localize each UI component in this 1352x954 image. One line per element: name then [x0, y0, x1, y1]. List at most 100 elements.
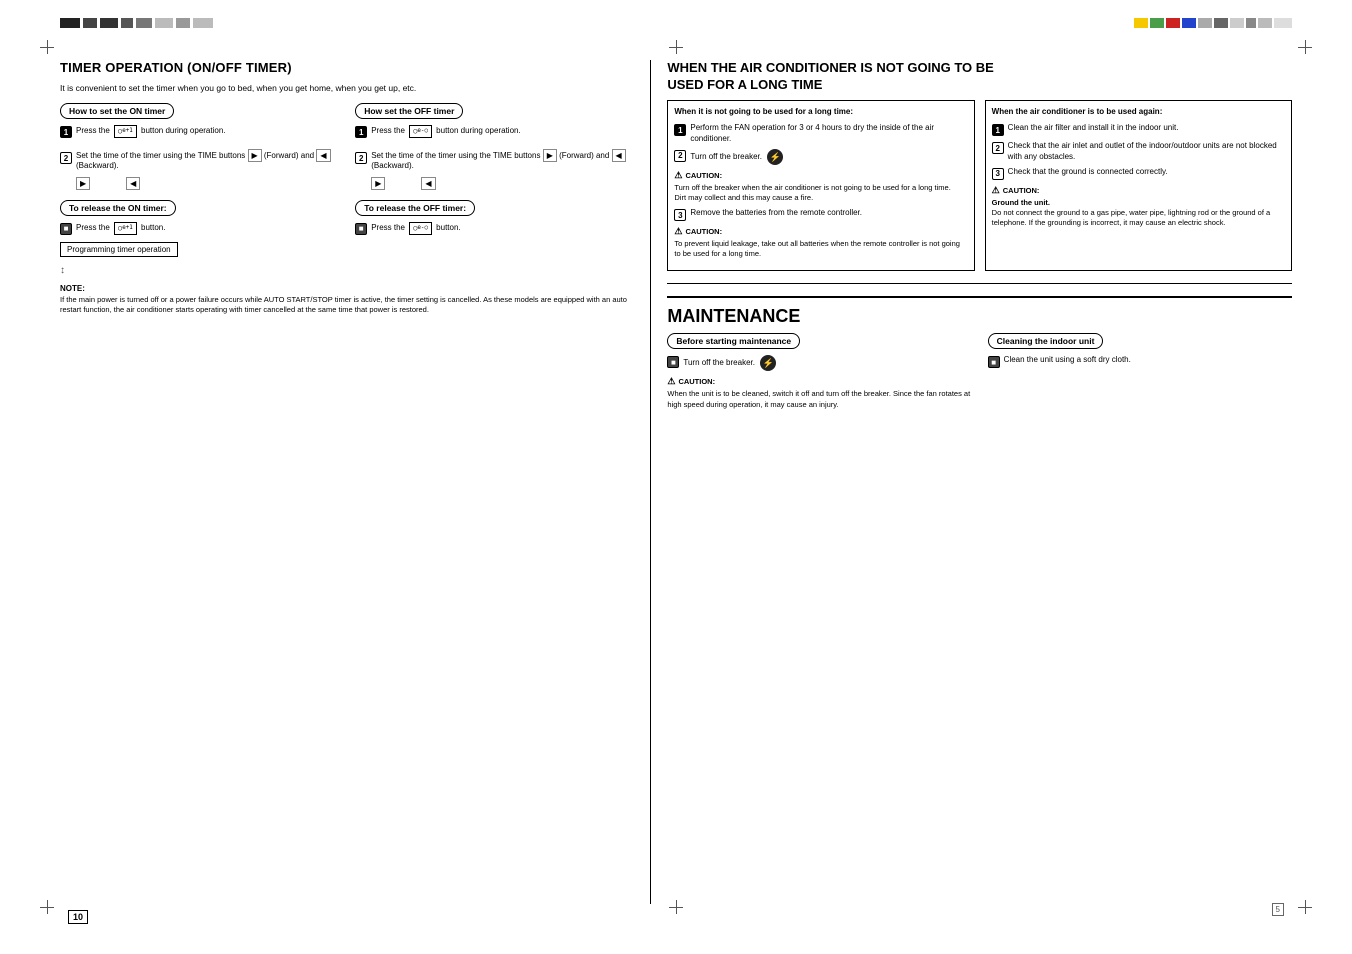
off-timer-column: How set the OFF timer 1 Press the ○e-○ b… — [355, 103, 634, 276]
on-timer-column: How to set the ON timer 1 Press the ○e+1… — [60, 103, 339, 276]
off-step2: 2 Set the time of the timer using the TI… — [355, 151, 634, 172]
off-bwd-arrow: ◀ — [612, 149, 626, 162]
off-release-num: ■ — [355, 223, 367, 235]
before-maint-caution: ⚠ CAUTION: When the unit is to be cleane… — [667, 376, 971, 409]
crosshair-br — [1298, 900, 1312, 914]
not-used-caution2-label: ⚠ CAUTION: — [674, 226, 967, 237]
off-release-step: ■ Press the ○e-○ button. — [355, 222, 634, 235]
prog-icon: ↕ — [60, 265, 339, 276]
not-used-step1: 1 Perform the FAN operation for 3 or 4 h… — [674, 123, 967, 144]
off-step2-num: 2 — [355, 152, 367, 164]
timer-columns: How to set the ON timer 1 Press the ○e+1… — [60, 103, 634, 276]
note-label: NOTE: — [60, 284, 634, 293]
end-marker: 5 — [1272, 903, 1284, 916]
used-again-caution: ⚠ CAUTION: Ground the unit. Do not conne… — [992, 185, 1285, 228]
used-again-step2-num: 2 — [992, 142, 1004, 154]
before-maint-caution-text: When the unit is to be cleaned, switch i… — [667, 389, 971, 409]
used-again-caution-label: ⚠ CAUTION: — [992, 185, 1285, 196]
not-used-step2-text: Turn off the breaker. ⚡ — [690, 149, 783, 165]
timer-subtitle: It is convenient to set the timer when y… — [60, 83, 634, 93]
right-top-boxes: When it is not going to be used for a lo… — [667, 100, 1292, 285]
not-used-caution1-label: ⚠ CAUTION: — [674, 170, 967, 181]
off-release-text: Press the ○e-○ button. — [371, 222, 460, 235]
on-step1-text: Press the ○e+1 button during operation. — [76, 125, 226, 138]
maint-breaker-icon: ⚡ — [760, 355, 776, 371]
caution-triangle-4: ⚠ — [667, 376, 675, 387]
on-release-btn: ○e+1 — [114, 222, 137, 235]
left-column: TIMER OPERATION (ON/OFF TIMER) It is con… — [60, 60, 651, 904]
cleaning-col: Cleaning the indoor unit ■ Clean the uni… — [988, 333, 1292, 414]
caution-triangle-3: ⚠ — [992, 185, 1000, 196]
off-arrow-icons: ▶ ◀ — [371, 177, 634, 190]
off-timer-header: How set the OFF timer — [355, 103, 463, 119]
before-maintenance-col: Before starting maintenance ■ Turn off t… — [667, 333, 971, 414]
on-btn1: ○e+1 — [114, 125, 137, 138]
on-step1-num: 1 — [60, 126, 72, 138]
main-content: TIMER OPERATION (ON/OFF TIMER) It is con… — [60, 60, 1292, 904]
not-used-caution1: ⚠ CAUTION: Turn off the breaker when the… — [674, 170, 967, 203]
not-used-step3-text: Remove the batteries from the remote con… — [690, 208, 862, 218]
before-maintenance-header: Before starting maintenance — [667, 333, 800, 349]
not-used-step2: 2 Turn off the breaker. ⚡ — [674, 149, 967, 165]
breaker-icon: ⚡ — [767, 149, 783, 165]
off-step1: 1 Press the ○e-○ button during operation… — [355, 125, 634, 138]
on-release-header: To release the ON timer: — [60, 200, 176, 216]
off-release-btn: ○e-○ — [409, 222, 432, 235]
on-release-step: ■ Press the ○e+1 button. — [60, 222, 339, 235]
caution-triangle-1: ⚠ — [674, 170, 682, 181]
used-again-step2-text: Check that the air inlet and outlet of t… — [1008, 141, 1285, 162]
before-maint-step1: ■ Turn off the breaker. ⚡ — [667, 355, 971, 371]
on-release-text: Press the ○e+1 button. — [76, 222, 165, 235]
top-bar-right — [1134, 18, 1292, 28]
programming-timer-box: Programming timer operation — [60, 242, 178, 257]
off-bwd-icon: ◀ — [421, 177, 435, 190]
used-again-step1-num: 1 — [992, 124, 1004, 136]
maintenance-columns: Before starting maintenance ■ Turn off t… — [667, 333, 1292, 414]
not-used-step3: 3 Remove the batteries from the remote c… — [674, 208, 967, 221]
not-used-step1-text: Perform the FAN operation for 3 or 4 hou… — [690, 123, 967, 144]
top-bar-left — [60, 18, 213, 28]
off-fwd-icon: ▶ — [371, 177, 385, 190]
on-arrow-icons: ▶ ◀ — [76, 177, 339, 190]
right-column: WHEN THE AIR CONDITIONER IS NOT GOING TO… — [651, 60, 1292, 904]
used-again-step2: 2 Check that the air inlet and outlet of… — [992, 141, 1285, 162]
off-step2-text: Set the time of the timer using the TIME… — [371, 151, 634, 172]
on-bwd-icon: ◀ — [126, 177, 140, 190]
used-again-box: When the air conditioner is to be used a… — [985, 100, 1292, 272]
maintenance-divider — [667, 296, 1292, 298]
on-step2-text: Set the time of the timer using the TIME… — [76, 151, 339, 172]
not-used-step3-num: 3 — [674, 209, 686, 221]
cleaning-header: Cleaning the indoor unit — [988, 333, 1104, 349]
crosshair-bl — [40, 900, 54, 914]
not-used-caution2: ⚠ CAUTION: To prevent liquid leakage, ta… — [674, 226, 967, 259]
cleaning-step1: ■ Clean the unit using a soft dry cloth. — [988, 355, 1292, 368]
used-again-caution-text: Do not connect the ground to a gas pipe,… — [992, 208, 1285, 228]
crosshair-center-top — [669, 40, 683, 54]
used-again-caution-sub: Ground the unit. — [992, 198, 1285, 208]
on-fwd-arrow: ▶ — [248, 149, 262, 162]
crosshair-tr — [1298, 40, 1312, 54]
before-maint-step1-text: Turn off the breaker. ⚡ — [683, 355, 776, 371]
used-again-step3: 3 Check that the ground is connected cor… — [992, 167, 1285, 180]
used-again-header: When the air conditioner is to be used a… — [992, 107, 1285, 117]
timer-section-title: TIMER OPERATION (ON/OFF TIMER) — [60, 60, 634, 75]
not-used-header: When it is not going to be used for a lo… — [674, 107, 967, 117]
note-text: If the main power is turned off or a pow… — [60, 295, 634, 316]
not-used-step1-num: 1 — [674, 124, 686, 136]
on-step2-num: 2 — [60, 152, 72, 164]
off-fwd-arrow: ▶ — [543, 149, 557, 162]
cleaning-step1-num: ■ — [988, 356, 1000, 368]
on-fwd-icon: ▶ — [76, 177, 90, 190]
not-used-caution1-text: Turn off the breaker when the air condit… — [674, 183, 967, 203]
caution-triangle-2: ⚠ — [674, 226, 682, 237]
not-used-box: When it is not going to be used for a lo… — [667, 100, 974, 272]
before-maint-caution-label: ⚠ CAUTION: — [667, 376, 971, 387]
on-step2: 2 Set the time of the timer using the TI… — [60, 151, 339, 172]
on-release-num: ■ — [60, 223, 72, 235]
not-used-caution2-text: To prevent liquid leakage, take out all … — [674, 239, 967, 259]
off-release-header: To release the OFF timer: — [355, 200, 475, 216]
off-step1-num: 1 — [355, 126, 367, 138]
on-timer-header: How to set the ON timer — [60, 103, 174, 119]
note-section: NOTE: If the main power is turned off or… — [60, 284, 634, 316]
maintenance-title: MAINTENANCE — [667, 306, 1292, 327]
